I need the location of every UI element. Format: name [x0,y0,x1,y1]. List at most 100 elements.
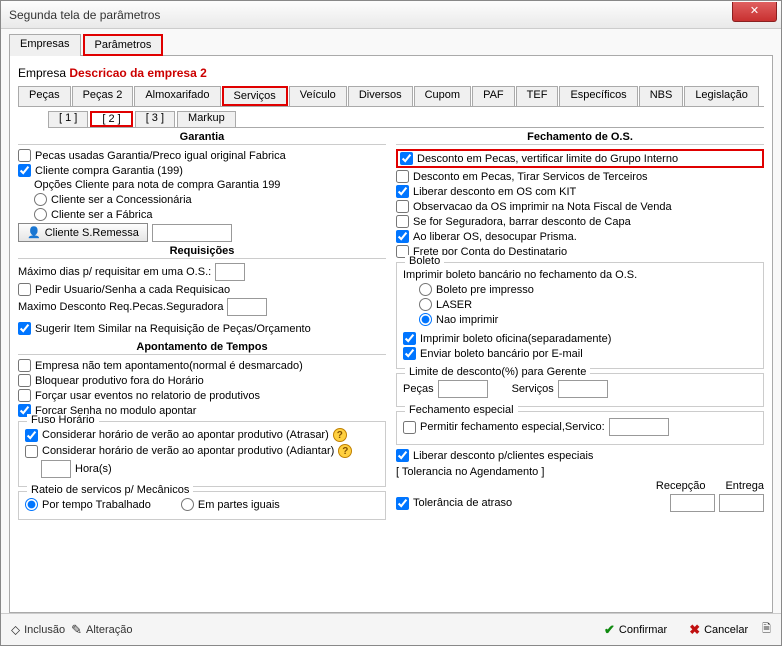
lbl-horas: Hora(s) [75,463,112,475]
boleto-title: Boleto [405,255,444,267]
lbl-lib-kit: Liberar desconto em OS com KIT [413,186,576,198]
txt-entrega[interactable] [719,494,764,512]
txt-horas[interactable] [41,460,71,478]
lbl-obs-nota: Observacao da OS imprimir na Nota Fiscal… [413,201,672,213]
chk-seguradora[interactable] [396,215,409,228]
txt-limite-serv[interactable] [558,380,608,398]
chk-oficina[interactable] [403,332,416,345]
lbl-emp-nao-apont: Empresa não tem apontamento(normal é des… [35,360,303,372]
lbl-seguradora: Se for Seguradora, barrar desconto de Ca… [413,216,631,228]
chk-tol-atraso[interactable] [396,497,409,510]
empresa-label: Empresa [18,66,66,80]
btn-cliente-remessa[interactable]: 👤Cliente S.Remessa [18,223,148,242]
edit-icon: ✎ [71,622,82,638]
lbl-max-desc: Maximo Desconto Req.Pecas.Seguradora [18,301,223,313]
chk-pecas-usadas[interactable] [18,149,31,162]
tab-almox[interactable]: Almoxarifado [134,86,220,106]
chk-pedir-usuario[interactable] [18,283,31,296]
tab-pecas[interactable]: Peças [18,86,71,106]
tab-diversos[interactable]: Diversos [348,86,413,106]
rdo-pre[interactable] [419,283,432,296]
tab-veiculo[interactable]: Veículo [289,86,347,106]
tab-empresas[interactable]: Empresas [9,34,81,56]
lbl-pedir-usuario: Pedir Usuario/Senha a cada Requisicao [35,284,230,296]
lbl-inclusao: Inclusão [24,624,65,636]
rdo-concessionaria[interactable] [34,193,47,206]
page-2[interactable]: [ 2 ] [90,111,132,127]
lbl-oficina: Imprimir boleto oficina(separadamente) [420,333,611,345]
limite-title: Limite de desconto(%) para Gerente [405,366,590,378]
btn-cancelar[interactable]: ✖Cancelar [681,619,756,641]
page-markup[interactable]: Markup [177,111,236,127]
help-icon-atrasar[interactable]: ? [333,428,347,442]
lbl-fabrica: Cliente ser a Fábrica [51,209,153,221]
chk-cliente-compra[interactable] [18,164,31,177]
lbl-entrega: Entrega [725,480,764,492]
tab-paf[interactable]: PAF [472,86,515,106]
lbl-bloq-produtivo: Bloquear produtivo fora do Horário [35,375,204,387]
lbl-alteracao: Alteração [86,624,132,636]
tab-tef[interactable]: TEF [516,86,559,106]
lbl-pre: Boleto pre impresso [436,284,534,296]
chk-ao-liberar[interactable] [396,230,409,243]
chk-obs-nota[interactable] [396,200,409,213]
chk-desc-grupo[interactable] [400,152,413,165]
chk-emp-nao-apont[interactable] [18,359,31,372]
chk-desc-terc[interactable] [396,170,409,183]
tab-especificos[interactable]: Específicos [559,86,637,106]
txt-especial[interactable] [609,418,669,436]
chk-lib-kit[interactable] [396,185,409,198]
lbl-partes: Em partes iguais [198,499,280,511]
rdo-laser[interactable] [419,298,432,311]
chk-especial[interactable] [403,421,416,434]
rdo-tempo[interactable] [25,498,38,511]
lbl-limite-serv: Serviços [512,383,554,395]
help-icon-adiantar[interactable]: ? [338,444,352,458]
fuso-box: Fuso Horário Considerar horário de verão… [18,421,386,487]
tab-pecas2[interactable]: Peças 2 [72,86,134,106]
txt-max-desc[interactable] [227,298,267,316]
window: Segunda tela de parâmetros ✕ Empresas Pa… [0,0,782,646]
chk-sugerir-item[interactable] [18,322,31,335]
user-icon: 👤 [27,226,41,239]
txt-limite-pecas[interactable] [438,380,488,398]
rdo-fabrica[interactable] [34,208,47,221]
plus-icon: ⬦ [11,622,20,638]
rdo-partes[interactable] [181,498,194,511]
chk-bloq-produtivo[interactable] [18,374,31,387]
btn-alteracao[interactable]: ✎ Alteração [71,622,132,638]
chk-verao-adiantar[interactable] [25,445,38,458]
btn-help[interactable]: 🗎 [762,620,771,639]
tab-parametros[interactable]: Parâmetros [83,34,164,56]
right-column: Fechamento de O.S. Desconto em Pecas, ve… [396,128,764,524]
chk-verao-atrasar[interactable] [25,429,38,442]
fech-title: Fechamento de O.S. [396,131,764,145]
lbl-confirmar: Confirmar [619,624,667,636]
x-icon: ✖ [689,622,700,638]
page-tabs: [ 1 ] [ 2 ] [ 3 ] Markup [48,111,764,128]
txt-recep[interactable] [670,494,715,512]
lbl-cliente-compra: Cliente compra Garantia (199) [35,165,183,177]
close-button[interactable]: ✕ [732,2,777,22]
page-1[interactable]: [ 1 ] [48,111,88,127]
chk-email[interactable] [403,347,416,360]
btn-inclusao[interactable]: ⬦ Inclusão [11,622,65,638]
tab-cupom[interactable]: Cupom [414,86,471,106]
req-title: Requisições [18,245,386,259]
tab-nbs[interactable]: NBS [639,86,684,106]
tab-legislacao[interactable]: Legislação [684,86,759,106]
txt-cliente-remessa[interactable] [152,224,232,242]
btn-confirmar[interactable]: ✔Confirmar [596,619,675,641]
page-3[interactable]: [ 3 ] [135,111,175,127]
rdo-nao[interactable] [419,313,432,326]
chk-liberar-clientes[interactable] [396,449,409,462]
chk-forcar-eventos[interactable] [18,389,31,402]
empresa-line: Empresa Descricao da empresa 2 [18,66,764,80]
lbl-max-dias: Máximo dias p/ requisitar em uma O.S.: [18,266,211,278]
lbl-liberar-clientes: Liberar desconto p/clientes especiais [413,450,593,462]
tab-servicos[interactable]: Serviços [222,86,288,106]
sub-tabs: Peças Peças 2 Almoxarifado Serviços Veíc… [18,86,764,107]
txt-max-dias[interactable] [215,263,245,281]
close-icon: ✕ [750,5,759,17]
lbl-desc-terc: Desconto em Pecas, Tirar Servicos de Ter… [413,171,648,183]
